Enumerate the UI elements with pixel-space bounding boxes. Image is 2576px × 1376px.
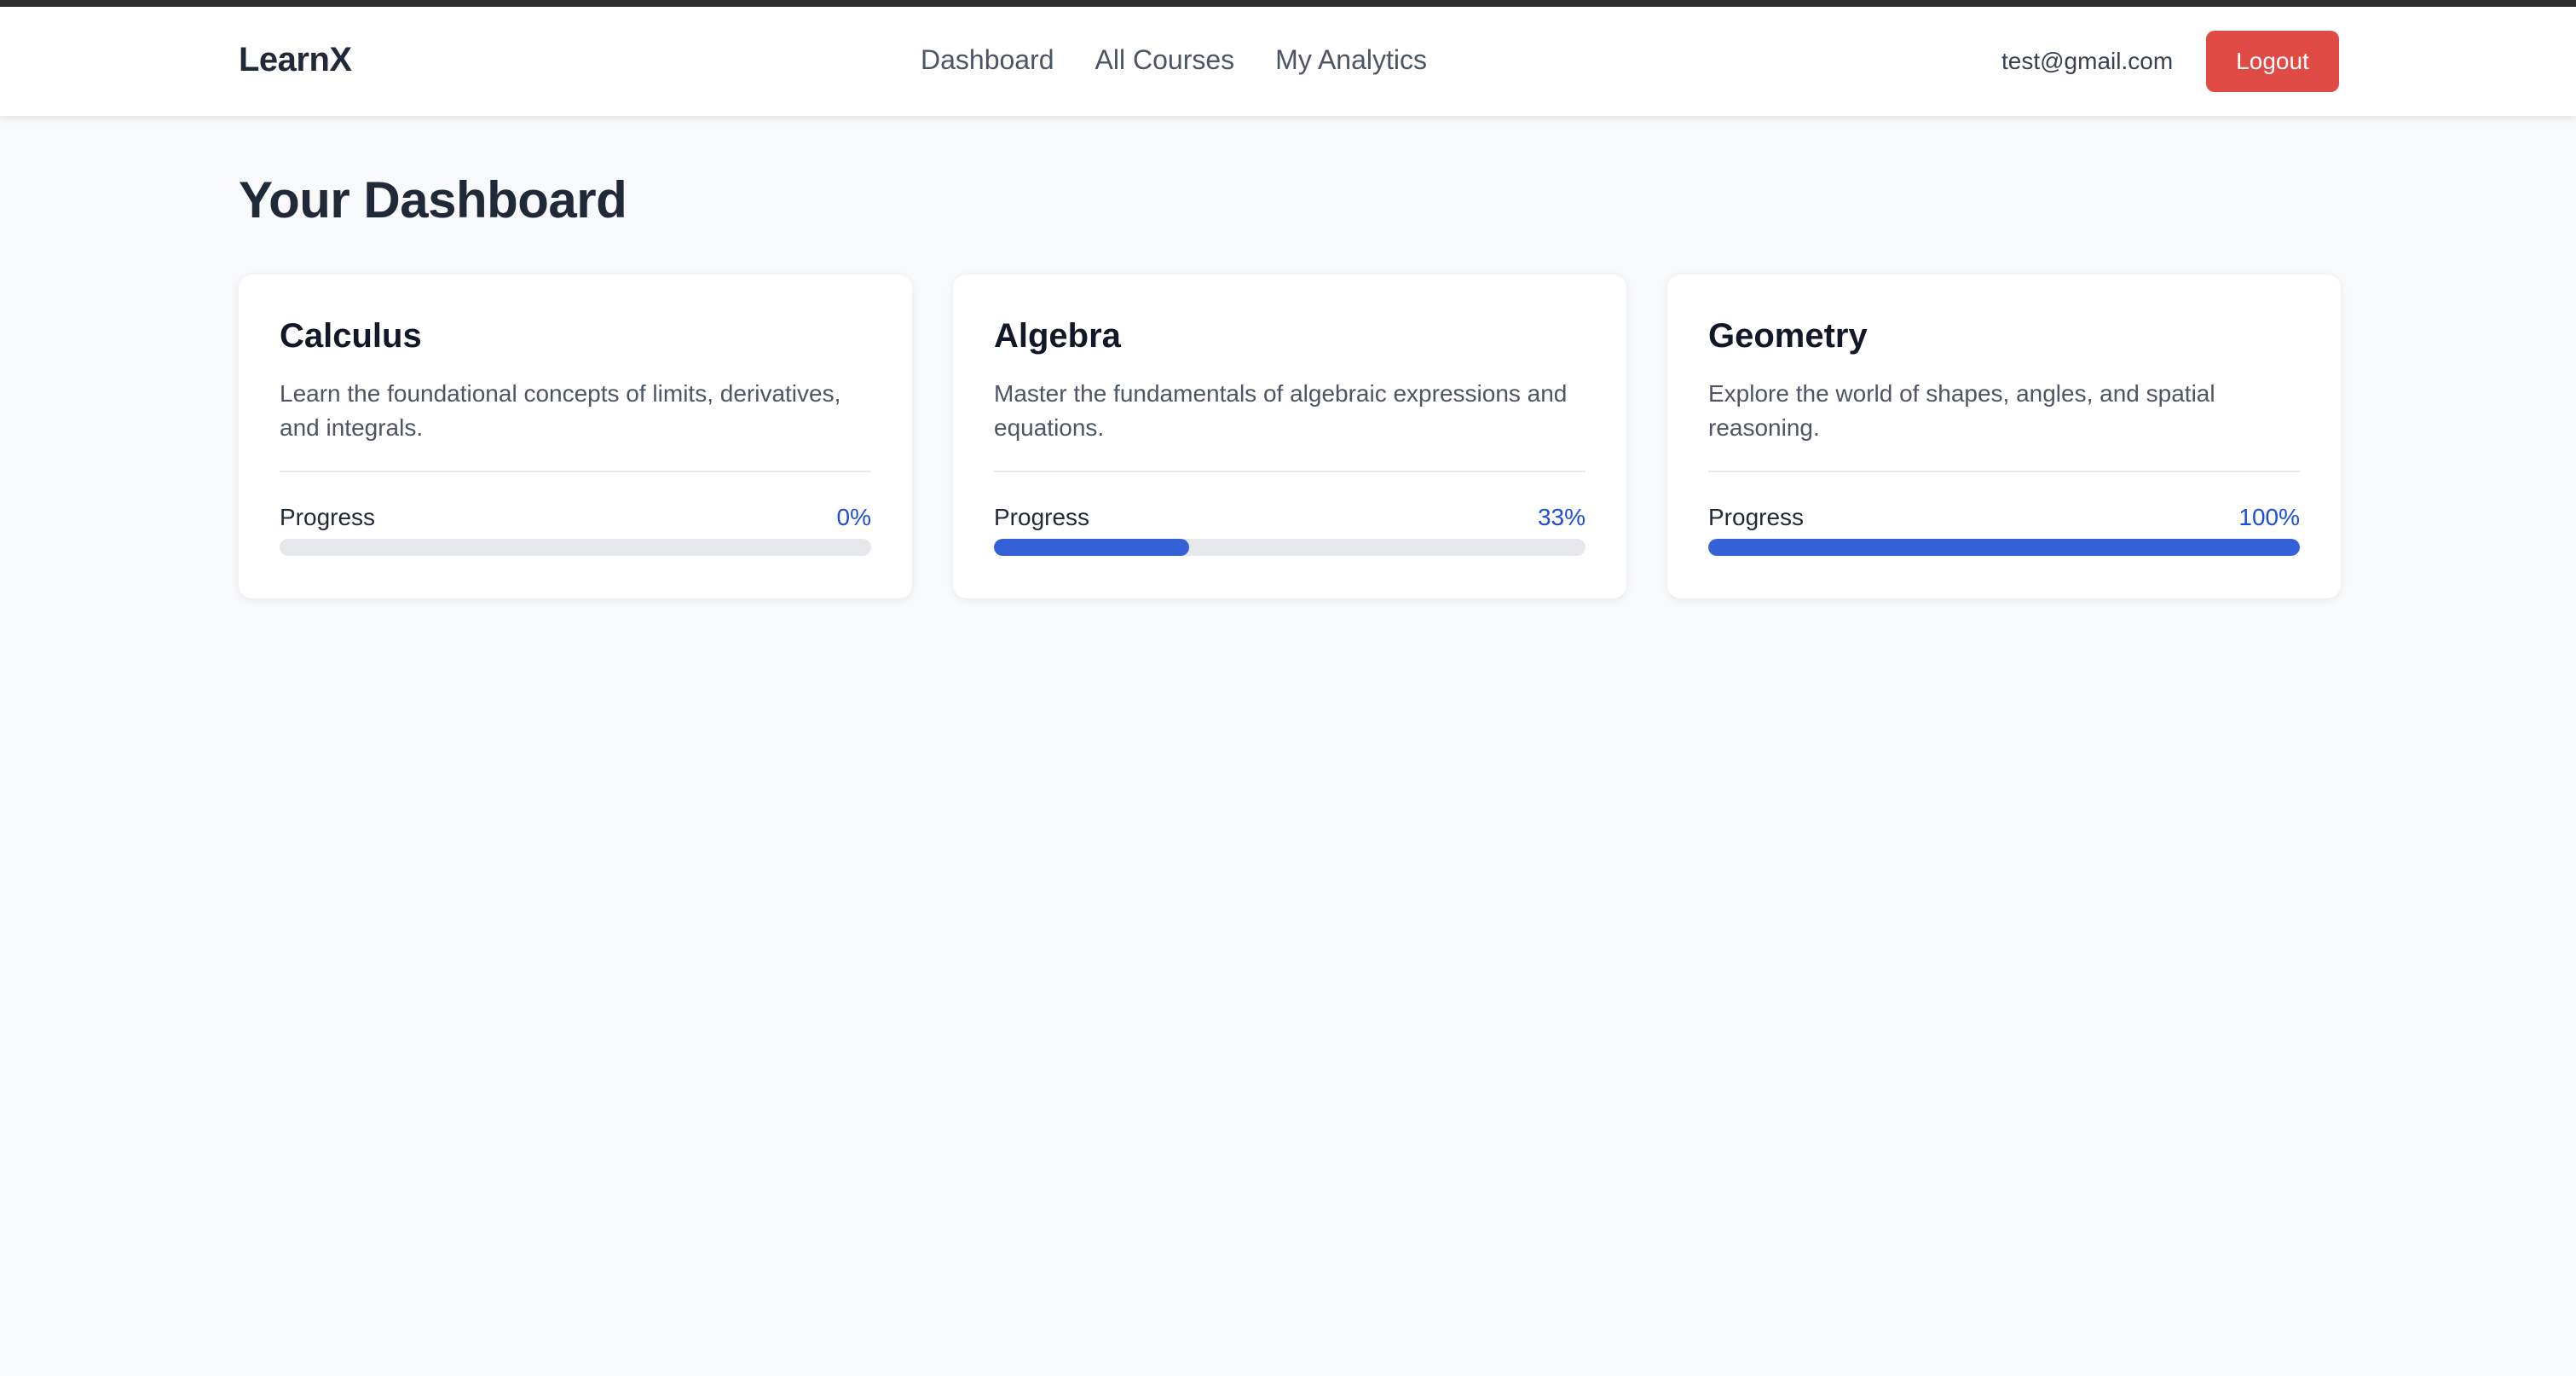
progress-row: Progress 100%: [1708, 503, 2300, 532]
navbar: LearnX Dashboard All Courses My Analytic…: [0, 7, 2576, 116]
progress-row: Progress 33%: [994, 503, 1585, 532]
course-description: Master the fundamentals of algebraic exp…: [994, 380, 1568, 441]
page-title: Your Dashboard: [239, 171, 627, 228]
course-card-calculus[interactable]: Calculus Learn the foundational concepts…: [239, 275, 912, 598]
nav-all-courses[interactable]: All Courses: [1095, 44, 1235, 76]
progress-percent: 100%: [2238, 504, 2300, 530]
card-divider: [994, 471, 1585, 472]
user-email: test@gmail.com: [2001, 48, 2174, 74]
logout-button[interactable]: Logout: [2206, 31, 2339, 92]
course-title: Geometry: [1708, 317, 1868, 355]
progress-label: Progress: [280, 504, 376, 530]
progress-bar: [994, 539, 1585, 556]
progress-row: Progress 0%: [280, 503, 871, 532]
progress-bar: [280, 539, 871, 556]
window-top-strip: [0, 0, 2576, 7]
course-cards: Calculus Learn the foundational concepts…: [239, 275, 2341, 598]
progress-bar-fill: [994, 539, 1190, 556]
progress-bar-fill: [1708, 539, 2300, 556]
course-description: Learn the foundational concepts of limit…: [280, 380, 841, 441]
course-description: Explore the world of shapes, angles, and…: [1708, 380, 2215, 441]
progress-percent: 0%: [836, 504, 871, 530]
nav-my-analytics[interactable]: My Analytics: [1275, 44, 1427, 76]
main-nav: Dashboard All Courses My Analytics: [921, 44, 1427, 76]
course-card-geometry[interactable]: Geometry Explore the world of shapes, an…: [1667, 275, 2341, 598]
progress-label: Progress: [1708, 504, 1805, 530]
card-divider: [280, 471, 871, 472]
course-title: Algebra: [994, 317, 1121, 355]
brand-logo[interactable]: LearnX: [239, 41, 352, 79]
course-title: Calculus: [280, 317, 422, 355]
progress-bar: [1708, 539, 2300, 556]
card-divider: [1708, 471, 2300, 472]
nav-dashboard[interactable]: Dashboard: [921, 44, 1054, 76]
progress-label: Progress: [994, 504, 1090, 530]
progress-percent: 33%: [1537, 504, 1585, 530]
course-card-algebra[interactable]: Algebra Master the fundamentals of algeb…: [953, 275, 1626, 598]
